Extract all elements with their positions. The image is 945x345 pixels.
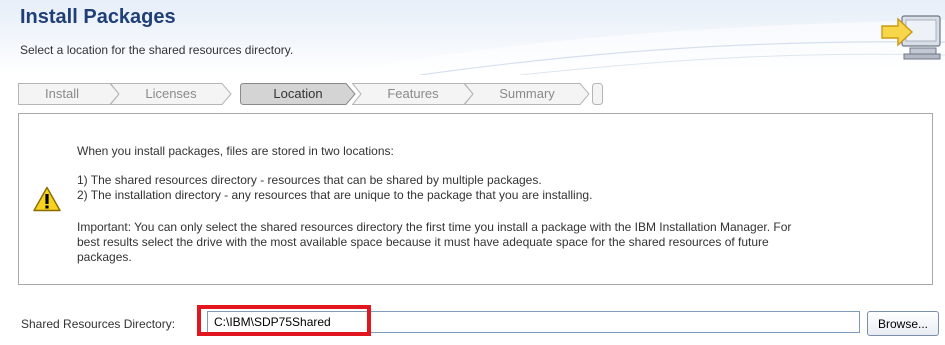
info-item-shared: 1) The shared resources directory - reso… [77, 173, 542, 187]
wizard-step-label: Features [387, 86, 439, 101]
warning-icon [33, 186, 61, 212]
info-important-line1: Important: You can only select the share… [77, 220, 792, 234]
info-intro: When you install packages, files are sto… [77, 144, 394, 158]
info-important-line3: packages. [77, 250, 132, 264]
wizard-step-label: Summary [499, 86, 555, 101]
wizard-step-label: Location [273, 86, 323, 101]
page-subtitle: Select a location for the shared resourc… [20, 43, 294, 57]
shared-resources-label: Shared Resources Directory: [21, 317, 176, 331]
wizard-step-install[interactable]: Install [18, 83, 120, 105]
browse-button[interactable]: Browse... [867, 311, 939, 336]
wizard-step-summary[interactable]: Summary [464, 83, 590, 105]
computer-arrow-icon [881, 15, 941, 60]
info-item-installation: 2) The installation directory - any reso… [77, 188, 593, 202]
page-title: Install Packages [20, 6, 176, 28]
step-end-shape [592, 83, 603, 105]
wizard-step-end-cap [592, 83, 604, 105]
wizard-step-label: Install [45, 86, 79, 101]
info-panel: When you install packages, files are sto… [18, 113, 933, 285]
wizard-step-features[interactable]: Features [352, 83, 474, 105]
header-banner: Install Packages Select a location for t… [0, 0, 945, 75]
wizard-step-label: Licenses [145, 86, 197, 101]
wizard-step-licenses[interactable]: Licenses [110, 83, 232, 105]
info-important-line2: best results select the drive with the m… [77, 235, 769, 249]
wizard-step-location[interactable]: Location [240, 83, 356, 105]
shared-resources-directory-input[interactable] [207, 311, 860, 333]
